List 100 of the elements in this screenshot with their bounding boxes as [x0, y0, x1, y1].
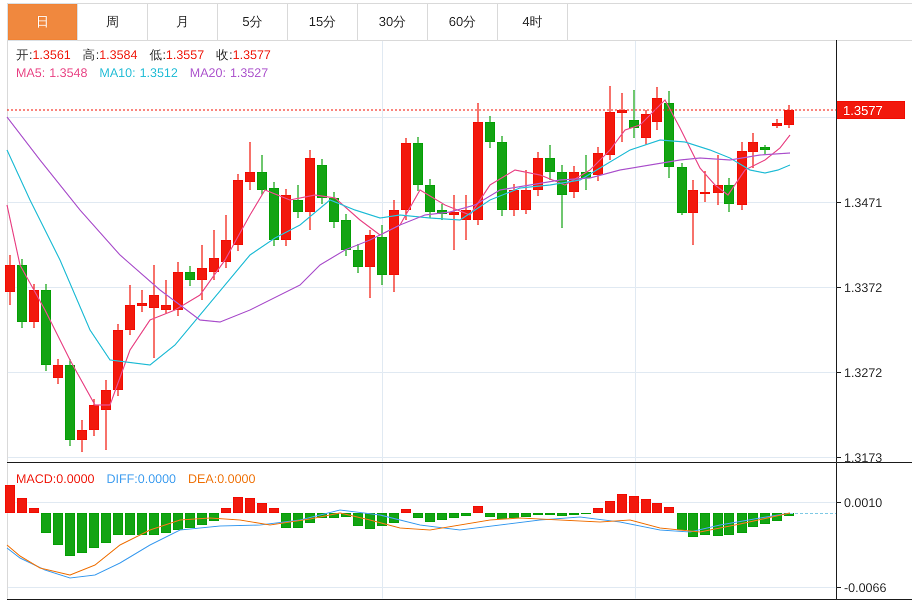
candle: [161, 280, 171, 314]
quote-value: 1.3557: [166, 47, 204, 63]
quote-value: 1.3584: [99, 47, 138, 63]
macd-bar: [101, 513, 111, 543]
candle: [113, 324, 123, 396]
macd-bar: [677, 513, 687, 530]
candle: [437, 204, 447, 220]
candle: [257, 155, 267, 195]
candle: [101, 380, 111, 450]
candle: [53, 359, 63, 384]
candle: [125, 285, 135, 335]
candle: [641, 110, 651, 145]
macd-bar: [593, 508, 603, 513]
candle: [293, 185, 303, 218]
candle: [700, 171, 710, 202]
macd-bar: [497, 513, 507, 519]
candle: [485, 116, 495, 148]
macd-bar: [17, 498, 27, 513]
macd-bar: [221, 508, 231, 513]
quote-value: 1.3561: [32, 47, 71, 63]
candle: [329, 192, 339, 228]
macd-legend-label: MACD:: [16, 471, 56, 487]
candle: [377, 225, 387, 285]
macd-bar: [473, 506, 483, 513]
candle: [281, 189, 291, 246]
macd-bar: [485, 513, 495, 517]
candle: [629, 90, 639, 138]
candle: [652, 87, 662, 130]
macd-bar: [185, 513, 195, 528]
candle: [521, 170, 531, 214]
candle: [17, 259, 27, 328]
last-price-tag: 1.3577: [843, 103, 883, 118]
candle: [197, 245, 207, 300]
candle: [772, 119, 782, 128]
macd-bar: [401, 509, 411, 513]
macd-bar: [641, 499, 651, 513]
macd-bar: [425, 513, 435, 522]
macd-bar: [664, 507, 674, 513]
macd-bar: [245, 498, 255, 513]
macd-bar: [161, 513, 171, 533]
price-axis-label: 1.3372: [844, 281, 882, 295]
macd-bar: [341, 513, 351, 517]
macd-bar: [652, 503, 662, 513]
candle: [760, 145, 770, 155]
candle: [365, 230, 375, 298]
macd-axis-label: 0.0010: [844, 496, 882, 510]
macd-bar: [724, 513, 734, 535]
quote-value: 1.3577: [232, 47, 271, 63]
macd-bar: [5, 485, 15, 513]
macd-bar: [557, 513, 567, 516]
candle: [784, 105, 794, 128]
candle: [341, 214, 351, 256]
candle: [617, 93, 627, 142]
quote-label: 开:: [16, 47, 32, 63]
quote-label: 收:: [216, 47, 233, 63]
macd-bar: [688, 513, 698, 537]
macd-bar: [65, 513, 75, 556]
macd-bar: [149, 513, 159, 535]
macd-bar: [509, 513, 519, 518]
macd-bar: [269, 508, 279, 513]
price-axis-label: 1.3471: [844, 196, 882, 210]
ma-legend-label: MA5:: [16, 65, 46, 81]
macd-bar: [713, 513, 723, 536]
macd-bar: [113, 513, 123, 535]
macd-bar: [29, 508, 39, 513]
ma-legend-value: 1.3512: [140, 65, 178, 81]
candle: [137, 290, 147, 312]
ma-legend-value: 1.3527: [230, 65, 268, 81]
macd-bar: [329, 513, 339, 518]
macd-bar: [784, 513, 794, 516]
macd-bar: [41, 513, 51, 533]
candle: [209, 230, 219, 280]
macd-bar: [449, 513, 459, 518]
candle: [353, 244, 363, 273]
price-axis-label: 1.3173: [844, 451, 882, 465]
candle: [89, 399, 99, 436]
macd-bar: [173, 513, 183, 530]
candle: [545, 145, 555, 180]
macd-bar: [125, 513, 135, 535]
macd-bar: [700, 513, 710, 535]
candle: [449, 195, 459, 250]
macd-bar: [257, 503, 267, 513]
ma-legend-label: MA20:: [190, 65, 226, 81]
candle: [593, 147, 603, 181]
macd-bar: [629, 496, 639, 513]
candle: [677, 163, 687, 215]
candle: [688, 180, 698, 245]
macd-bar: [77, 513, 87, 553]
ma-legend-value: 1.3548: [49, 65, 88, 81]
macd-legend-label: DIFF:: [106, 471, 138, 487]
candle: [29, 284, 39, 328]
macd-bar: [137, 513, 147, 535]
macd-bar: [437, 513, 447, 520]
candle: [509, 184, 519, 216]
candle: [185, 266, 195, 286]
candle: [425, 179, 435, 218]
macd-bar: [605, 501, 615, 513]
macd-legend-label: DEA:: [188, 471, 218, 487]
macd-bar: [317, 513, 327, 518]
macd-axis-label: -0.0066: [844, 581, 886, 595]
